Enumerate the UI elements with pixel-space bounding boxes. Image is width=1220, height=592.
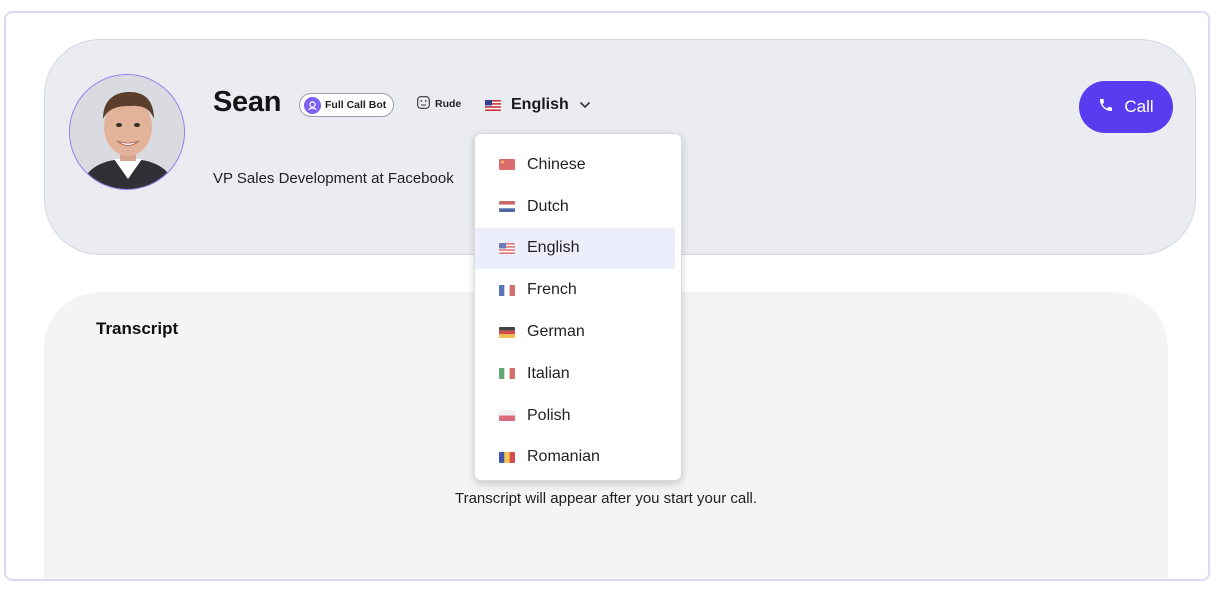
language-option[interactable]: French [475, 269, 675, 311]
pl-flag-icon [499, 410, 515, 422]
language-option-label: German [527, 323, 585, 341]
us-flag-icon [485, 99, 501, 111]
full-call-bot-badge: Full Call Bot [299, 93, 395, 117]
bot-badge-label: Full Call Bot [325, 99, 387, 111]
language-option-selected[interactable]: English [475, 227, 675, 270]
language-option-label: Dutch [527, 197, 569, 215]
language-dropdown: Chinese Dutch English French German Ital… [474, 133, 682, 481]
selected-language-label: English [511, 96, 569, 113]
language-option-label: Polish [527, 406, 571, 424]
transcript-empty-message: Transcript will appear after you start y… [454, 490, 758, 507]
language-option[interactable]: Italian [475, 353, 675, 395]
language-option[interactable]: Romanian [475, 437, 675, 479]
language-option[interactable]: German [475, 311, 675, 353]
language-option-label: French [527, 281, 577, 299]
nl-flag-icon [499, 201, 515, 213]
fr-flag-icon [499, 284, 515, 296]
language-option-label: Romanian [527, 448, 600, 466]
language-option-label: Chinese [527, 155, 586, 173]
it-flag-icon [499, 368, 515, 380]
cn-flag-icon [499, 159, 515, 171]
avatar [69, 74, 185, 190]
mood-face-icon [417, 96, 430, 112]
bot-icon [304, 96, 321, 114]
ro-flag-icon [499, 451, 515, 463]
language-option[interactable]: Dutch [475, 186, 675, 228]
mood-label: Rude [435, 98, 462, 110]
call-button[interactable]: Call [1079, 81, 1173, 133]
app-frame: Sean Full Call Bot Rude English VP Sales… [4, 11, 1210, 581]
chevron-down-icon [579, 96, 591, 114]
persona-name: Sean [213, 86, 282, 118]
us-flag-icon [499, 242, 515, 254]
language-option-label: English [527, 239, 580, 257]
language-option[interactable]: Polish [475, 395, 675, 437]
language-option-label: Italian [527, 364, 570, 382]
transcript-title: Transcript [96, 319, 179, 338]
phone-icon [1098, 97, 1114, 118]
language-option[interactable]: Chinese [475, 144, 675, 186]
persona-mood: Rude [417, 96, 461, 112]
de-flag-icon [499, 326, 515, 338]
call-button-label: Call [1124, 97, 1154, 116]
language-select[interactable]: English [485, 92, 591, 118]
persona-title: VP Sales Development at Facebook [213, 170, 454, 187]
